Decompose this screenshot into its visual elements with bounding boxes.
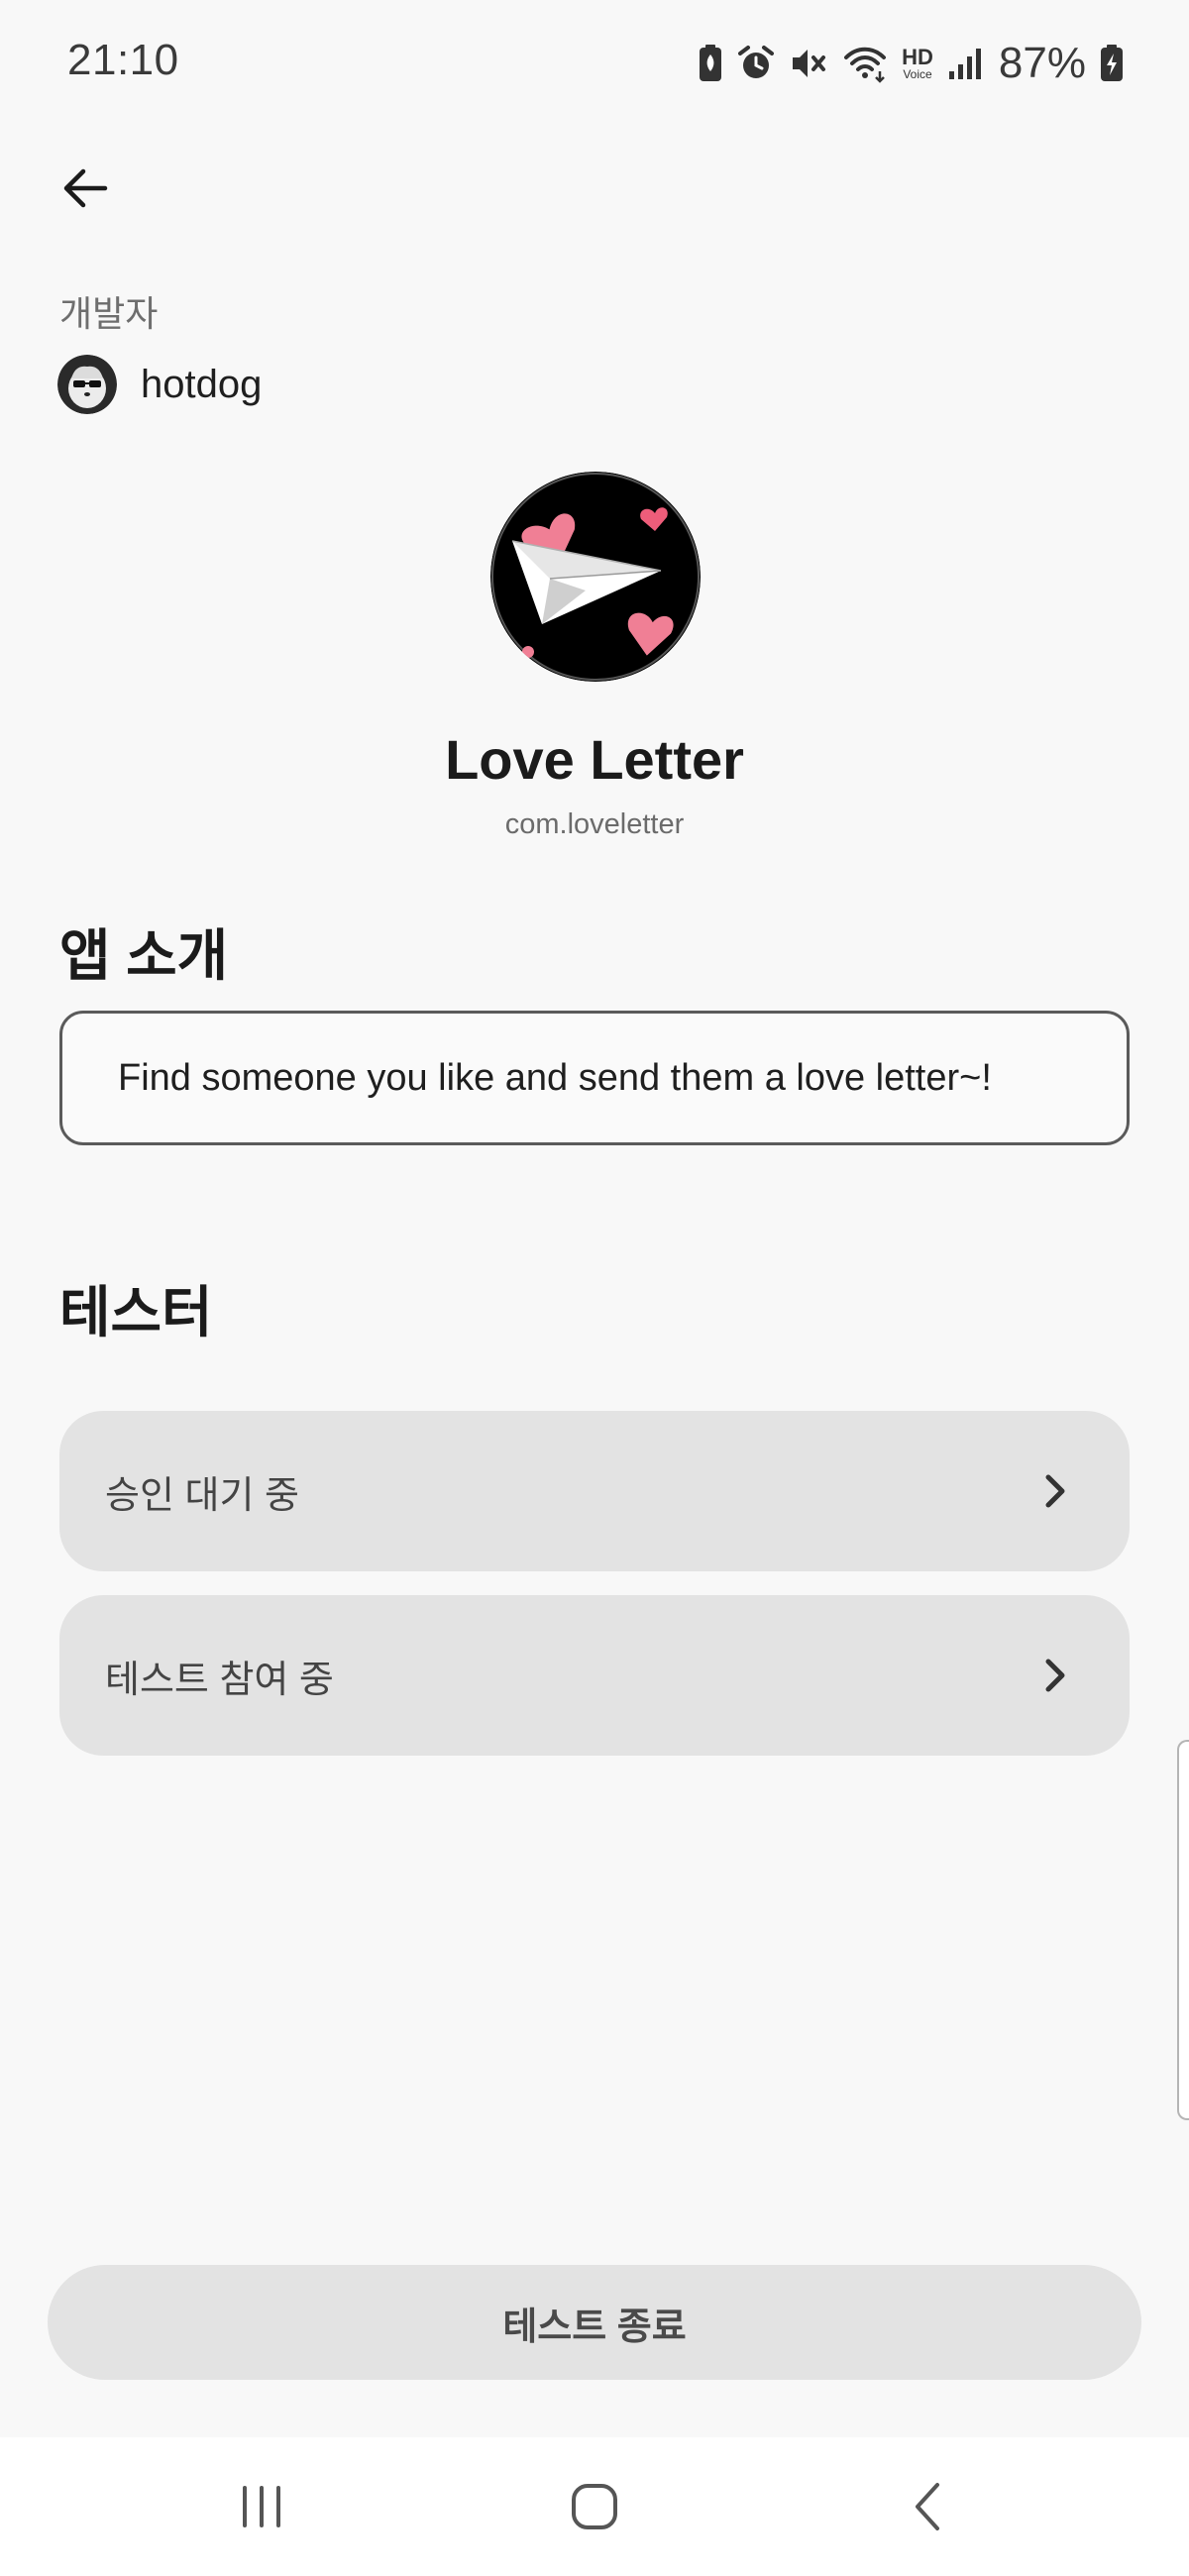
battery-charging-icon xyxy=(1100,44,1124,83)
developer-label: 개발자 xyxy=(59,293,159,334)
app-package: com.loveletter xyxy=(504,808,685,840)
recent-apps-icon xyxy=(243,2486,280,2527)
app-icon xyxy=(490,472,701,682)
pending-approval-label: 승인 대기 중 xyxy=(105,1474,299,1517)
nav-back-button[interactable] xyxy=(848,2437,1007,2576)
battery-percent: 87% xyxy=(998,39,1086,87)
arrow-left-icon xyxy=(63,168,108,208)
navigation-bar xyxy=(0,2437,1189,2576)
alarm-icon xyxy=(737,45,775,82)
developer-avatar xyxy=(57,355,117,414)
testing-in-progress-item[interactable]: 테스트 참여 중 xyxy=(59,1595,1130,1756)
intro-title: 앱 소개 xyxy=(59,924,229,987)
recent-apps-button[interactable] xyxy=(182,2437,341,2576)
developer-name: hotdog xyxy=(141,362,263,406)
status-icons: HD Voice 87% xyxy=(698,36,1124,91)
back-icon xyxy=(916,2483,939,2530)
signal-icon xyxy=(947,46,983,81)
home-button[interactable] xyxy=(515,2437,674,2576)
battery-saver-icon xyxy=(698,44,723,83)
edge-panel-handle[interactable] xyxy=(1177,1740,1189,2120)
status-time: 21:10 xyxy=(67,36,179,84)
developer-row[interactable]: hotdog xyxy=(57,355,262,414)
intro-text: Find someone you like and send them a lo… xyxy=(118,1056,992,1099)
back-button[interactable] xyxy=(46,149,125,228)
mute-icon xyxy=(789,45,828,82)
chevron-right-icon xyxy=(1045,1474,1065,1508)
end-test-button[interactable]: 테스트 종료 xyxy=(48,2265,1141,2380)
chevron-right-icon xyxy=(1045,1659,1065,1692)
home-icon xyxy=(572,2484,617,2529)
app-name: Love Letter xyxy=(445,728,744,791)
intro-box: Find someone you like and send them a lo… xyxy=(59,1011,1130,1145)
testing-in-progress-label: 테스트 참여 중 xyxy=(105,1659,334,1701)
hd-label: HD xyxy=(902,45,933,69)
tester-title: 테스터 xyxy=(59,1281,213,1343)
hd-voice-icon: HD Voice xyxy=(902,45,933,81)
wifi-icon xyxy=(842,44,888,83)
voice-label: Voice xyxy=(903,67,932,81)
pending-approval-item[interactable]: 승인 대기 중 xyxy=(59,1411,1130,1571)
